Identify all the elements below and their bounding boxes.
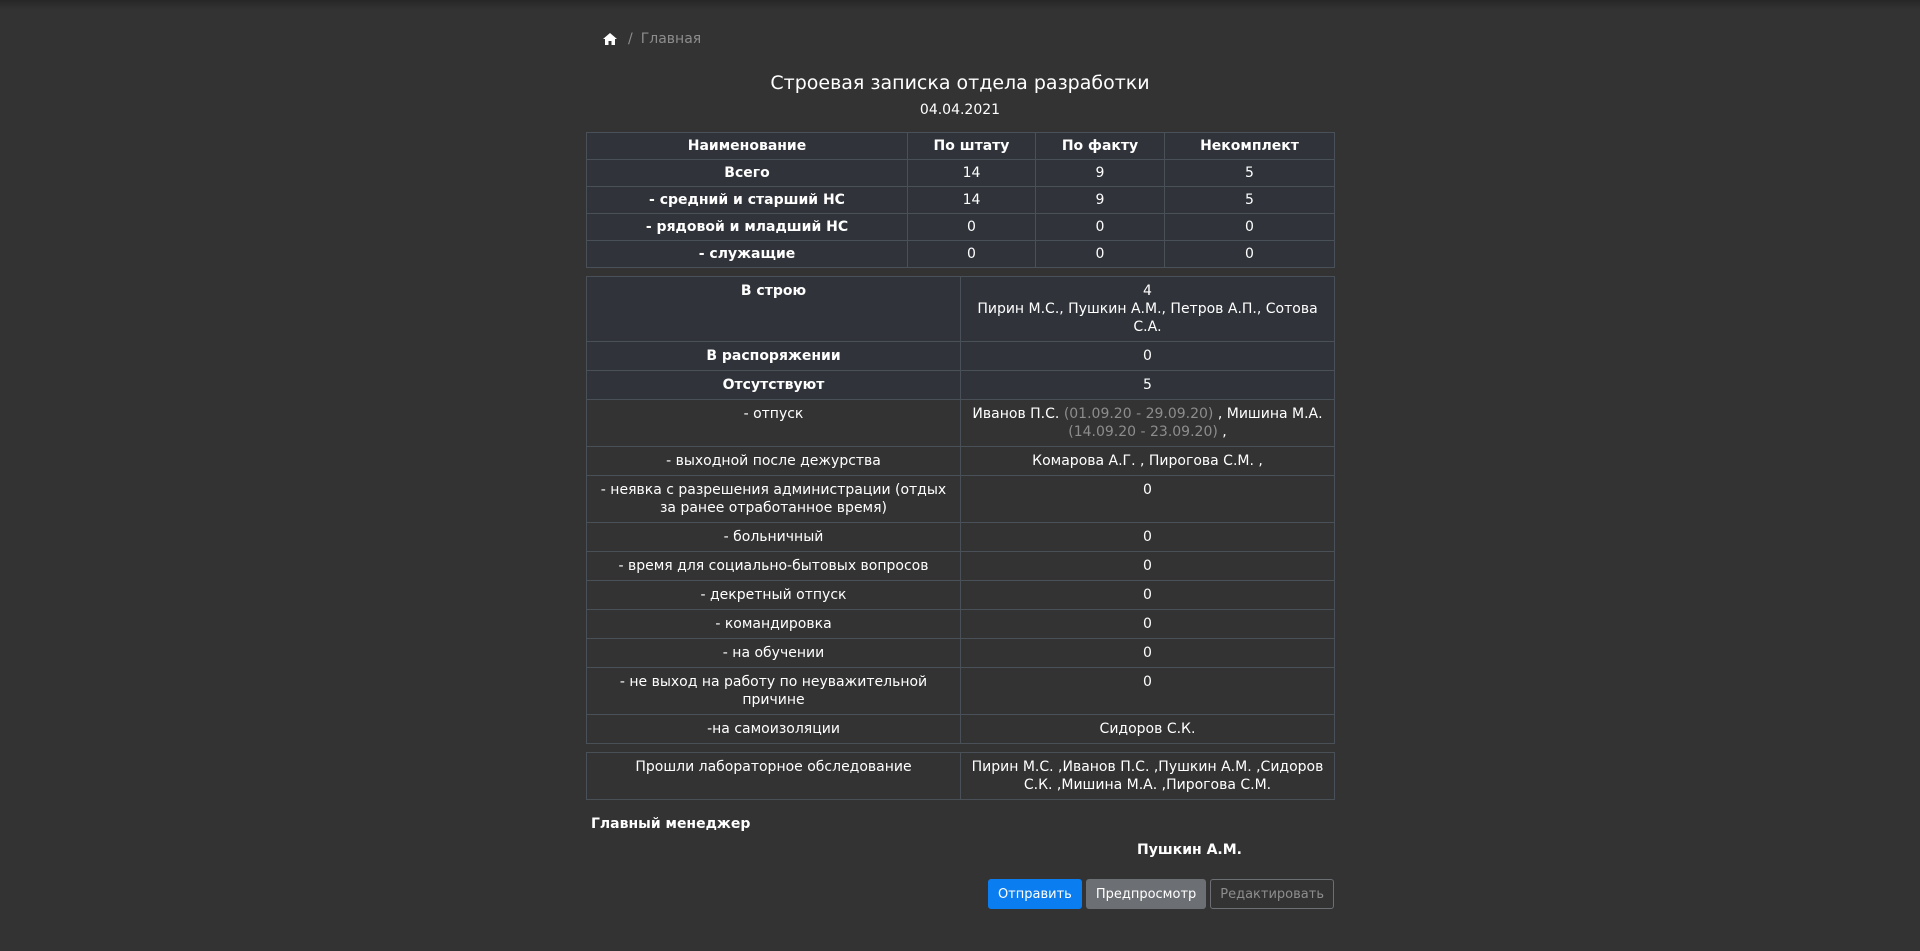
cell-shortage: 0 — [1164, 240, 1335, 268]
breadcrumb: / Главная — [586, 22, 1334, 56]
cell-state: 14 — [907, 159, 1036, 187]
absent-value: 5 — [960, 370, 1335, 400]
absent-label: Отсутствуют — [586, 370, 961, 400]
top-shadow — [0, 0, 1920, 10]
row-label: -на самоизоляции — [586, 714, 961, 744]
lab-label: Прошли лабораторное обследование — [586, 752, 961, 800]
breadcrumb-current[interactable]: Главная — [641, 31, 701, 47]
table-row: Отсутствуют 5 — [586, 370, 1335, 400]
preview-button[interactable]: Предпросмотр — [1085, 879, 1207, 909]
vacation-name-1: Иванов П.С. — [972, 406, 1060, 422]
staff-table: Наименование По штату По факту Некомплек… — [586, 132, 1335, 268]
column-header-state: По штату — [907, 132, 1036, 160]
table-row: В распоряжении 0 — [586, 341, 1335, 371]
row-value: 0 — [960, 580, 1335, 610]
row-name: - служащие — [586, 240, 908, 268]
at-disposal-label: В распоряжении — [586, 341, 961, 371]
table-row: -на самоизоляции Сидоров С.К. — [586, 714, 1335, 744]
vacation-value: Иванов П.С. (01.09.20 - 29.09.20) , Миши… — [960, 399, 1335, 447]
table-row: - средний и старший НС 14 9 5 — [586, 186, 1335, 214]
row-value: Сидоров С.К. — [960, 714, 1335, 744]
page-title: Строевая записка отдела разработки — [770, 72, 1150, 94]
cell-state: 14 — [907, 186, 1036, 214]
row-label: - выходной после дежурства — [586, 446, 961, 476]
table-row: - служащие 0 0 0 — [586, 240, 1335, 268]
lab-value: Пирин М.С. ,Иванов П.С. ,Пушкин А.М. ,Си… — [960, 752, 1335, 800]
cell-fact: 0 — [1035, 240, 1165, 268]
row-name: - рядовой и младший НС — [586, 213, 908, 241]
table-row: В строю 4 Пирин М.С., Пушкин А.М., Петро… — [586, 276, 1335, 342]
report-container: / Главная Строевая записка отдела разраб… — [586, 22, 1335, 909]
cell-shortage: 0 — [1164, 213, 1335, 241]
table-row: - больничный 0 — [586, 522, 1335, 552]
column-header-fact: По факту — [1035, 132, 1165, 160]
row-label: - не выход на работу по неуважительной п… — [586, 667, 961, 715]
row-value: 0 — [960, 638, 1335, 668]
row-label: - на обучении — [586, 638, 961, 668]
cell-shortage: 5 — [1164, 186, 1335, 214]
row-value: 0 — [960, 667, 1335, 715]
send-button[interactable]: Отправить — [987, 879, 1082, 909]
table-row: - не выход на работу по неуважительной п… — [586, 667, 1335, 715]
row-value: 0 — [960, 475, 1335, 523]
edit-button[interactable]: Редактировать — [1210, 879, 1334, 909]
row-label: - время для социально-бытовых вопросов — [586, 551, 961, 581]
row-value: 0 — [960, 522, 1335, 552]
table-header-row: Наименование По штату По факту Некомплек… — [586, 132, 1335, 160]
row-value: Комарова А.Г. , Пирогова С.М. , — [960, 446, 1335, 476]
table-row: Всего 14 9 5 — [586, 159, 1335, 187]
table-row: Прошли лабораторное обследование Пирин М… — [586, 752, 1335, 800]
cell-state: 0 — [907, 213, 1036, 241]
row-label: - больничный — [586, 522, 961, 552]
at-disposal-value: 0 — [960, 341, 1335, 371]
table-row: - рядовой и младший НС 0 0 0 — [586, 213, 1335, 241]
report-date: 04.04.2021 — [919, 102, 1001, 118]
column-header-shortage: Некомплект — [1164, 132, 1335, 160]
cell-fact: 9 — [1035, 186, 1165, 214]
row-name: - средний и старший НС — [586, 186, 908, 214]
breadcrumb-separator: / — [628, 31, 633, 47]
home-icon[interactable] — [602, 32, 618, 46]
in-line-names: Пирин М.С., Пушкин А.М., Петров А.П., Со… — [977, 301, 1318, 335]
table-row: - на обучении 0 — [586, 638, 1335, 668]
vacation-label: - отпуск — [586, 399, 961, 447]
table-row: - выходной после дежурства Комарова А.Г.… — [586, 446, 1335, 476]
row-label: - неявка с разрешения администрации (отд… — [586, 475, 961, 523]
vacation-period-2: (14.09.20 - 23.09.20) — [1068, 424, 1218, 440]
cell-fact: 9 — [1035, 159, 1165, 187]
lab-table: Прошли лабораторное обследование Пирин М… — [586, 752, 1335, 800]
vacation-period-1: (01.09.20 - 29.09.20) — [1063, 406, 1214, 422]
action-buttons: Отправить Предпросмотр Редактировать — [987, 879, 1334, 909]
signature-name: Пушкин А.М. — [1137, 842, 1242, 858]
cell-fact: 0 — [1035, 213, 1165, 241]
in-line-count: 4 — [1143, 283, 1152, 299]
row-label: - командировка — [586, 609, 961, 639]
vacation-tail: , — [1222, 424, 1227, 440]
table-row: - отпуск Иванов П.С. (01.09.20 - 29.09.2… — [586, 399, 1335, 447]
in-line-value: 4 Пирин М.С., Пушкин А.М., Петров А.П., … — [960, 276, 1335, 342]
row-label: - декретный отпуск — [586, 580, 961, 610]
in-line-label: В строю — [586, 276, 961, 342]
signature-title: Главный менеджер — [591, 816, 751, 832]
table-row: - командировка 0 — [586, 609, 1335, 639]
cell-shortage: 5 — [1164, 159, 1335, 187]
presence-table: В строю 4 Пирин М.С., Пушкин А.М., Петро… — [586, 276, 1335, 744]
row-value: 0 — [960, 609, 1335, 639]
table-row: - неявка с разрешения администрации (отд… — [586, 475, 1335, 523]
vacation-name-2: , Мишина М.А. — [1217, 406, 1323, 422]
table-row: - декретный отпуск 0 — [586, 580, 1335, 610]
table-row: - время для социально-бытовых вопросов 0 — [586, 551, 1335, 581]
row-value: 0 — [960, 551, 1335, 581]
cell-state: 0 — [907, 240, 1036, 268]
row-name: Всего — [586, 159, 908, 187]
column-header-name: Наименование — [586, 132, 908, 160]
